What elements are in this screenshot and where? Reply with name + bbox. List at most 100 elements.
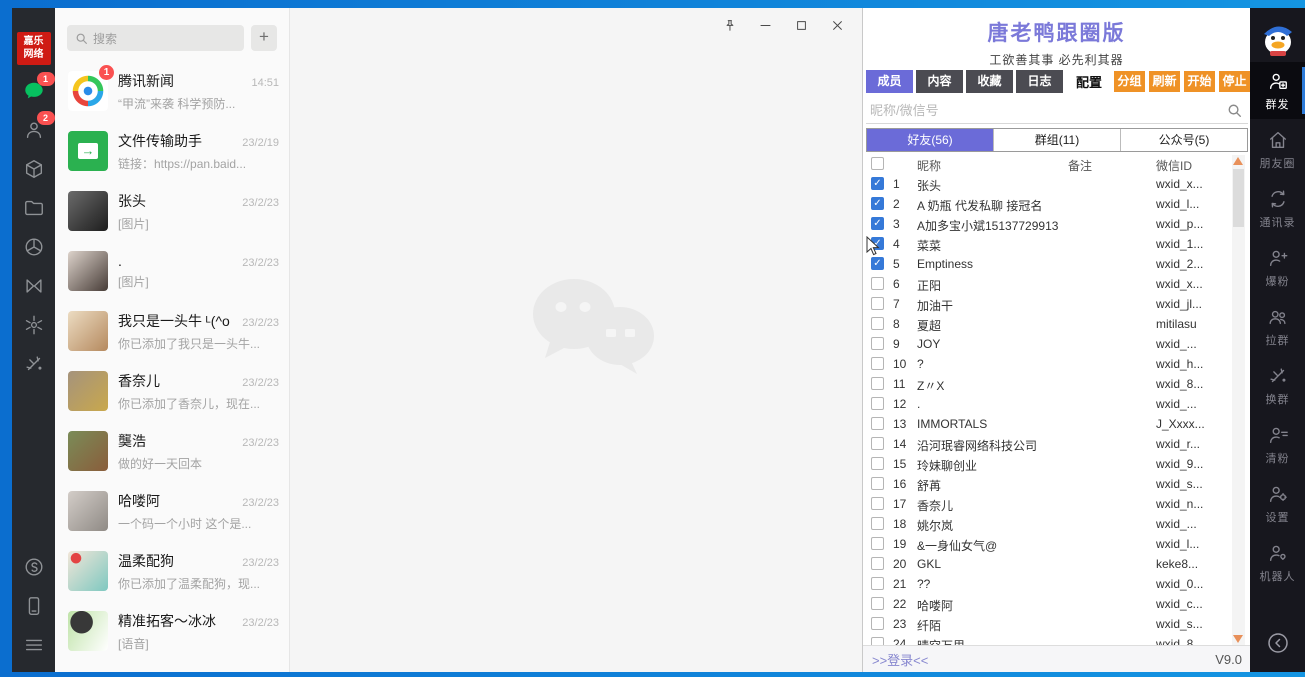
aperture-icon[interactable] — [21, 234, 47, 260]
nav-add-fans[interactable]: 爆粉 — [1250, 239, 1305, 296]
row-checkbox[interactable] — [871, 417, 884, 430]
table-row[interactable]: 15 玲妹聊创业 wxid_9... — [866, 454, 1232, 474]
s-circle-icon[interactable] — [21, 554, 47, 580]
add-button[interactable]: + — [251, 25, 277, 51]
tab-favorites[interactable]: 收藏 — [966, 70, 1013, 93]
scroll-up-arrow[interactable] — [1233, 157, 1243, 165]
config-label[interactable]: 配置 — [1072, 72, 1106, 91]
duck-avatar[interactable] — [1257, 18, 1299, 60]
chat-list-item[interactable]: . 23/2/23 [图片] — [55, 241, 289, 301]
table-row[interactable]: 23 纤陌 wxid_s... — [866, 614, 1232, 634]
sparkle-icon[interactable] — [21, 351, 47, 377]
tab-friends[interactable]: 好友(56) — [867, 129, 993, 151]
row-checkbox[interactable] — [871, 497, 884, 510]
row-checkbox[interactable] — [871, 597, 884, 610]
chat-list-item[interactable]: 精准拓客～冰冰 23/2/23 [语音] — [55, 601, 289, 661]
row-checkbox[interactable] — [871, 637, 884, 645]
row-checkbox[interactable] — [871, 337, 884, 350]
row-checkbox[interactable] — [871, 517, 884, 530]
row-checkbox[interactable] — [871, 277, 884, 290]
table-row[interactable]: 6 正阳 wxid_x... — [866, 274, 1232, 294]
menu-icon[interactable] — [21, 632, 47, 658]
row-checkbox[interactable] — [871, 317, 884, 330]
tab-content[interactable]: 内容 — [916, 70, 963, 93]
maximize-button[interactable] — [788, 14, 814, 36]
row-checkbox[interactable] — [871, 377, 884, 390]
row-checkbox[interactable] — [871, 437, 884, 450]
nav-moments[interactable]: 朋友圈 — [1250, 121, 1305, 178]
contacts-icon[interactable]: 2 — [21, 117, 47, 143]
chat-list-item[interactable]: 张头 23/2/23 [图片] — [55, 181, 289, 241]
nav-contacts-sync[interactable]: 通讯录 — [1250, 180, 1305, 237]
row-checkbox[interactable] — [871, 197, 884, 210]
chat-list-item[interactable]: 温柔配狗 23/2/23 你已添加了温柔配狗，现... — [55, 541, 289, 601]
row-checkbox[interactable] — [871, 577, 884, 590]
table-row[interactable]: 10 ? wxid_h... — [866, 354, 1232, 374]
nav-pull-group[interactable]: 拉群 — [1250, 298, 1305, 355]
table-row[interactable]: 17 香奈儿 wxid_n... — [866, 494, 1232, 514]
scroll-down-arrow[interactable] — [1233, 635, 1243, 643]
folder-icon[interactable] — [21, 195, 47, 221]
table-row[interactable]: 1 张头 wxid_x... — [866, 174, 1232, 194]
row-checkbox[interactable] — [871, 477, 884, 490]
row-checkbox[interactable] — [871, 217, 884, 230]
table-row[interactable]: 14 沿河珉睿网络科技公司 wxid_r... — [866, 434, 1232, 454]
start-button[interactable]: 开始 — [1184, 71, 1215, 92]
table-row[interactable]: 19 &一身仙女气@ wxid_l... — [866, 534, 1232, 554]
nav-swap-group[interactable]: 换群 — [1250, 357, 1305, 414]
select-all-checkbox[interactable] — [871, 157, 884, 170]
row-checkbox[interactable] — [871, 537, 884, 550]
chat-icon[interactable]: 1 — [21, 78, 47, 104]
row-checkbox[interactable] — [871, 457, 884, 470]
nav-broadcast[interactable]: 群发 — [1250, 62, 1305, 119]
scrollbar-thumb[interactable] — [1233, 169, 1244, 227]
table-row[interactable]: 4 菜菜 wxid_1... — [866, 234, 1232, 254]
bowtie-icon[interactable] — [21, 273, 47, 299]
chat-list-item[interactable]: 龑浩 23/2/23 做的好一天回本 — [55, 421, 289, 481]
flower-icon[interactable] — [21, 312, 47, 338]
row-checkbox[interactable] — [871, 177, 884, 190]
chat-list-item[interactable]: 文件传输助手 23/2/19 链接：https://pan.baid... — [55, 121, 289, 181]
table-row[interactable]: 11 Z〃X wxid_8... — [866, 374, 1232, 394]
row-checkbox[interactable] — [871, 397, 884, 410]
search-input[interactable]: 搜索 — [67, 25, 244, 51]
table-row[interactable]: 21 ?? wxid_0... — [866, 574, 1232, 594]
table-scrollbar[interactable] — [1232, 155, 1245, 645]
chat-list-item[interactable]: 1 腾讯新闻 14:51 “甲流”来袭 科学预防... — [55, 61, 289, 121]
row-checkbox[interactable] — [871, 617, 884, 630]
phone-icon[interactable] — [21, 593, 47, 619]
row-checkbox[interactable] — [871, 357, 884, 370]
search-icon[interactable] — [1227, 103, 1242, 118]
refresh-button[interactable]: 刷新 — [1149, 71, 1180, 92]
chat-list-item[interactable]: 哈喽阿 23/2/23 一个码一个小时 这个是... — [55, 481, 289, 541]
pin-icon[interactable] — [716, 14, 742, 36]
table-row[interactable]: 5 Emptiness wxid_2... — [866, 254, 1232, 274]
table-row[interactable]: 20 GKL keke8... — [866, 554, 1232, 574]
tab-logs[interactable]: 日志 — [1016, 70, 1063, 93]
table-row[interactable]: 22 哈喽阿 wxid_c... — [866, 594, 1232, 614]
nav-clean-fans[interactable]: 清粉 — [1250, 416, 1305, 473]
tab-groups[interactable]: 群组(11) — [993, 129, 1120, 151]
table-row[interactable]: 9 JOY wxid_... — [866, 334, 1232, 354]
login-link[interactable]: >>登录<< — [872, 650, 928, 669]
table-row[interactable]: 3 A加多宝小斌15137729913 wxid_p... — [866, 214, 1232, 234]
nav-robot[interactable]: 机器人 — [1250, 534, 1305, 591]
tab-official-accounts[interactable]: 公众号(5) — [1120, 129, 1247, 151]
box-icon[interactable] — [21, 156, 47, 182]
collapse-icon[interactable] — [1266, 631, 1290, 660]
tab-members[interactable]: 成员 — [866, 70, 913, 93]
table-row[interactable]: 24 晴空万里 wxid_8... — [866, 634, 1232, 645]
close-button[interactable] — [824, 14, 850, 36]
row-checkbox[interactable] — [871, 297, 884, 310]
table-row[interactable]: 18 姚尔岚 wxid_... — [866, 514, 1232, 534]
table-row[interactable]: 7 加油干 wxid_jl... — [866, 294, 1232, 314]
table-row[interactable]: 16 舒苒 wxid_s... — [866, 474, 1232, 494]
member-search-input[interactable] — [866, 103, 1227, 118]
row-checkbox[interactable] — [871, 557, 884, 570]
table-row[interactable]: 13 IMMORTALS J_Xxxx... — [866, 414, 1232, 434]
chat-list-item[interactable]: 香奈儿 23/2/23 你已添加了香奈儿，现在... — [55, 361, 289, 421]
stop-button[interactable]: 停止 — [1219, 71, 1250, 92]
nav-settings[interactable]: 设置 — [1250, 475, 1305, 532]
chat-list-item[interactable]: 我只是一头牛 ᴸ(^o 23/2/23 你已添加了我只是一头牛... — [55, 301, 289, 361]
table-row[interactable]: 2 A 奶瓶 代发私聊 接冠名 wxid_l... — [866, 194, 1232, 214]
